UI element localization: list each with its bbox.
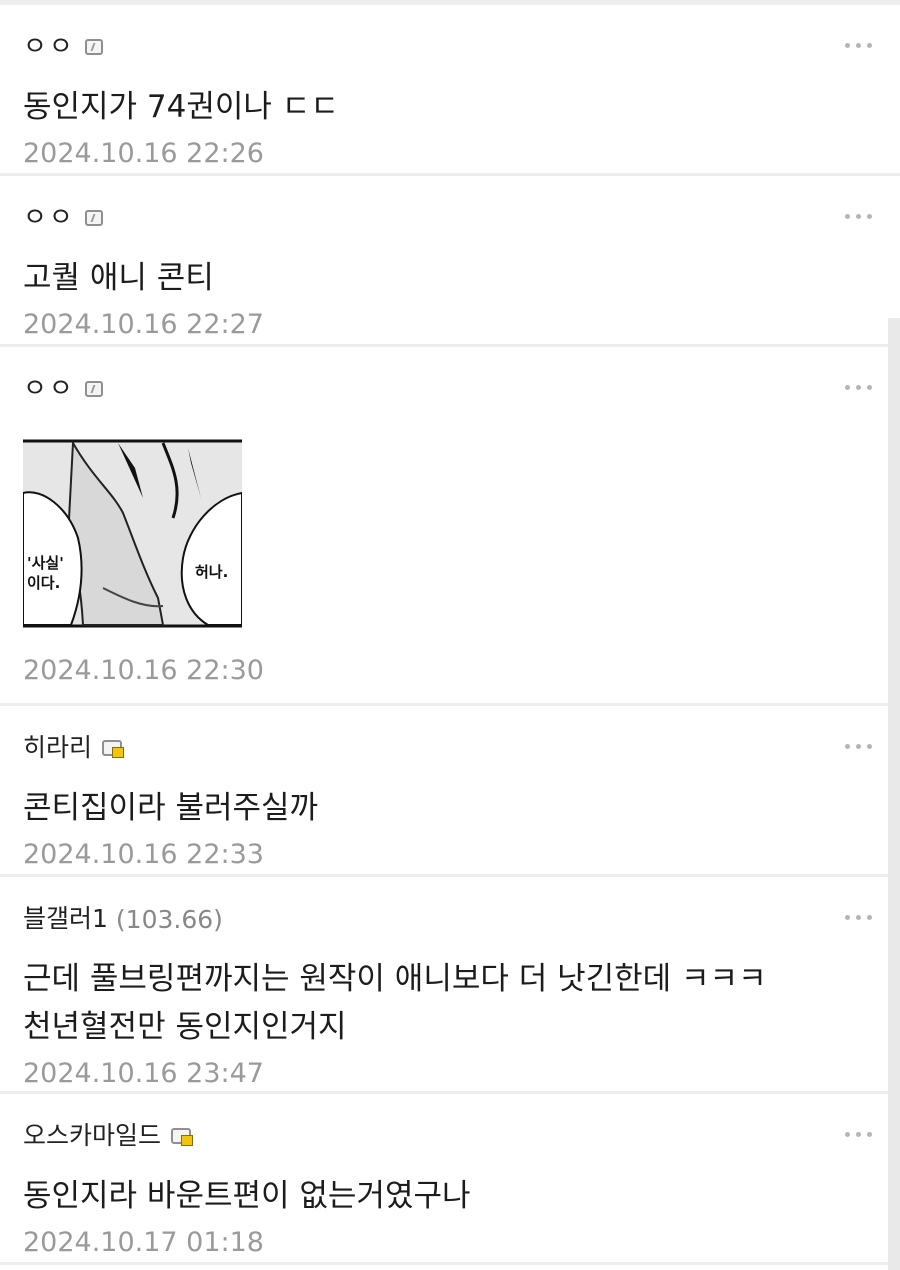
comment-author[interactable]: 블갤러1 <box>23 903 108 935</box>
fixed-nick-icon <box>84 39 103 55</box>
comment-timestamp: 2024.10.16 23:47 <box>23 1058 264 1089</box>
comment-text-line: 근데 풀브링편까지는 원작이 애니보다 더 낫긴한데 ㅋㅋㅋ <box>23 961 767 997</box>
comment-timestamp: 2024.10.16 22:26 <box>23 138 264 169</box>
fixed-nick-icon <box>84 210 103 226</box>
comment-author-row: ㅇㅇ <box>23 373 840 405</box>
comment-timestamp: 2024.10.16 22:30 <box>23 655 264 686</box>
comment-author-row: ㅇㅇ <box>23 31 840 63</box>
more-dots-icon[interactable] <box>845 915 872 920</box>
more-dots-icon[interactable] <box>845 43 872 48</box>
comment-image-attachment[interactable]: '사실' 이다. 허나. <box>23 438 242 640</box>
comment-text: 동인지라 바운트편이 없는거였구나 <box>23 1178 471 1214</box>
comment-item: 히라리 콘티집이라 불러주실까 2024.10.16 22:33 <box>0 706 900 877</box>
comment-author[interactable]: 히라리 <box>23 732 92 764</box>
comment-text: 동인지가 74권이나 ㄷㄷ <box>23 89 339 125</box>
comment-timestamp: 2024.10.17 01:18 <box>23 1227 264 1258</box>
more-dots-icon[interactable] <box>845 214 872 219</box>
comment-text: 콘티집이라 불러주실까 <box>23 790 319 826</box>
more-dots-icon[interactable] <box>845 1132 872 1137</box>
half-fixed-nick-icon <box>102 740 125 758</box>
half-fixed-nick-icon <box>171 1128 194 1146</box>
comment-item: 오스카마일드 동인지라 바운트편이 없는거였구나 2024.10.17 01:1… <box>0 1094 900 1265</box>
comment-author-row: ㅇㅇ <box>23 202 840 234</box>
comment-author-row: 오스카마일드 <box>23 1120 840 1152</box>
comment-timestamp: 2024.10.16 22:27 <box>23 309 264 340</box>
comment-author[interactable]: ㅇㅇ <box>23 202 75 234</box>
comment-text: 고퀄 애니 콘티 <box>23 260 214 296</box>
comment-timestamp: 2024.10.16 22:33 <box>23 839 264 870</box>
comment-author[interactable]: ㅇㅇ <box>23 31 75 63</box>
comment-text-line: 천년혈전만 동인지인거지 <box>23 1009 347 1045</box>
comment-item: 블갤러1 (103.66) 근데 풀브링편까지는 원작이 애니보다 더 낫긴한데… <box>0 877 900 1094</box>
comment-item: ㅇㅇ 고퀄 애니 콘티 2024.10.16 22:27 <box>0 176 900 347</box>
comment-item: ㅇㅇ '사실' 이다. 허나. 2024.10.16 22:30 <box>0 347 900 706</box>
comment-item: ㅇㅇ 동인지가 74권이나 ㄷㄷ 2024.10.16 22:26 <box>0 5 900 176</box>
fixed-nick-icon <box>84 381 103 397</box>
comment-author-row: 히라리 <box>23 732 840 764</box>
bubble-left-line2: 이다. <box>27 574 60 592</box>
scrollbar[interactable] <box>888 318 900 1270</box>
bubble-right-text: 허나. <box>195 563 228 581</box>
comment-author-ip: (103.66) <box>115 904 223 934</box>
more-dots-icon[interactable] <box>845 744 872 749</box>
bubble-left-line1: '사실' <box>27 554 64 572</box>
comment-author-row: 블갤러1 (103.66) <box>23 903 840 935</box>
comment-author[interactable]: 오스카마일드 <box>23 1120 161 1152</box>
more-dots-icon[interactable] <box>845 385 872 390</box>
manga-panel-image: '사실' 이다. 허나. <box>23 438 242 640</box>
comment-author[interactable]: ㅇㅇ <box>23 373 75 405</box>
